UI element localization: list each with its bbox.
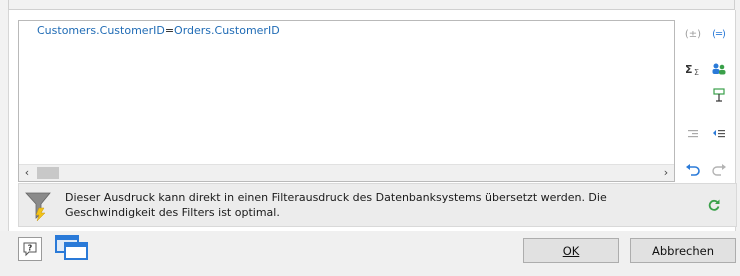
indent-left-icon[interactable] [682, 124, 704, 142]
svg-text:(±): (±) [685, 29, 701, 40]
scrollbar-thumb[interactable] [37, 167, 59, 179]
indent-right-icon[interactable] [708, 124, 730, 142]
svg-text:?: ? [28, 244, 33, 253]
editor-toolbar: (±) (═) ΣΣ [678, 22, 734, 182]
svg-text:(═): (═) [712, 29, 726, 40]
refresh-icon[interactable] [707, 198, 721, 212]
info-bar: Dieser Ausdruck kann direkt in einen Fil… [18, 183, 737, 227]
svg-text:Σ: Σ [685, 63, 693, 76]
ok-button[interactable]: OK [523, 238, 619, 263]
scroll-left-arrow-icon[interactable]: ‹ [19, 165, 35, 181]
redo-icon[interactable] [708, 160, 730, 178]
parentheses-icon[interactable]: (±) [682, 24, 704, 42]
windows-overlap-icon[interactable] [52, 234, 92, 262]
help-icon: ? [23, 242, 37, 257]
expression-operator: = [164, 24, 175, 37]
scroll-right-arrow-icon[interactable]: › [658, 165, 674, 181]
horizontal-scrollbar[interactable]: ‹ › [19, 164, 674, 181]
previous-panel-edge [0, 0, 740, 10]
users-group-icon[interactable] [708, 60, 730, 78]
filter-funnel-icon [25, 190, 51, 222]
svg-text:Σ: Σ [694, 68, 699, 76]
dialog-footer [0, 231, 740, 276]
expression-left: Customers.CustomerID [37, 24, 165, 37]
function-brackets-icon[interactable]: (═) [708, 24, 730, 42]
expression-editor[interactable]: Customers.CustomerID=Orders.CustomerID ‹… [18, 20, 675, 182]
undo-icon[interactable] [682, 160, 704, 178]
info-message: Dieser Ausdruck kann direkt in einen Fil… [65, 191, 607, 219]
cancel-button[interactable]: Abbrechen [630, 238, 736, 263]
insert-field-icon[interactable] [708, 86, 730, 104]
expression-text: Customers.CustomerID=Orders.CustomerID [37, 24, 280, 37]
help-button[interactable]: ? [18, 237, 42, 261]
sum-aggregate-icon[interactable]: ΣΣ [682, 60, 704, 78]
expression-right: Orders.CustomerID [174, 24, 280, 37]
